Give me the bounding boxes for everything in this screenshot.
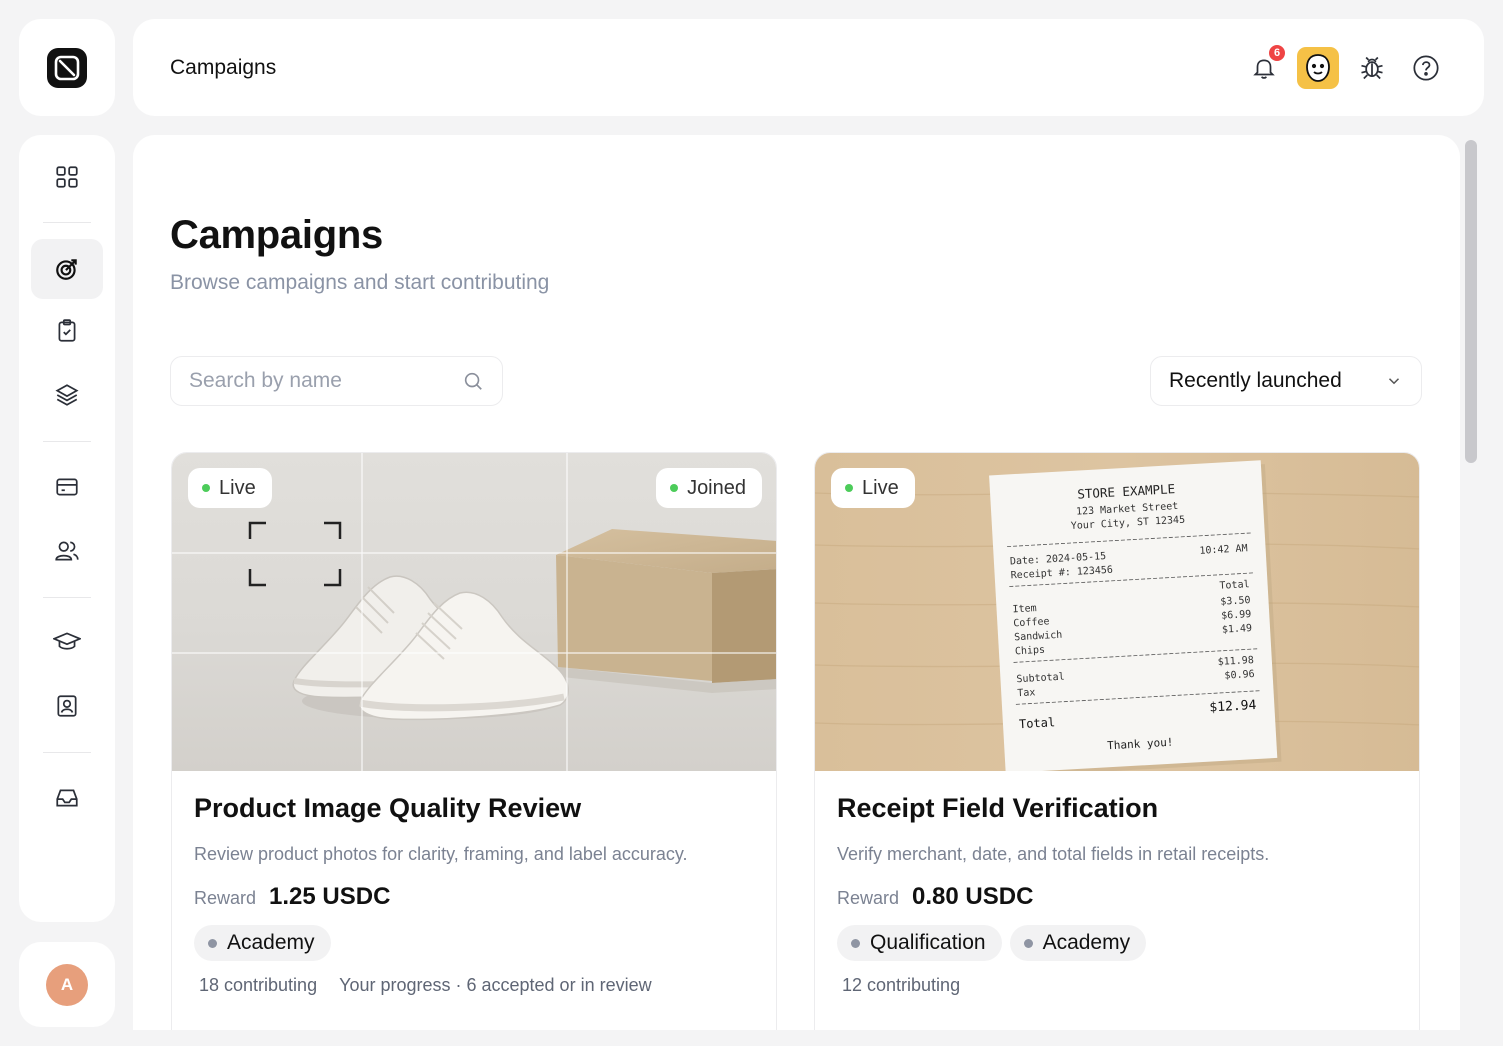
campaign-title[interactable]: Receipt Field Verification [837, 793, 1397, 824]
sidebar-item-academy[interactable] [31, 612, 103, 672]
sort-selected-value: Recently launched [1169, 369, 1342, 392]
top-bar: Campaigns 6 [133, 19, 1484, 116]
layers-icon [55, 384, 79, 406]
search-box [170, 356, 503, 406]
receipt-tax: $0.96 [1224, 669, 1255, 682]
campaign-card-receipt[interactable]: STORE EXAMPLE 123 Market Street Your Cit… [814, 452, 1420, 1030]
chevron-down-icon [1388, 378, 1400, 385]
target-icon [56, 259, 77, 280]
receipt-item-name: Chips [1015, 645, 1046, 658]
campaign-description: Verify merchant, date, and total fields … [837, 844, 1270, 864]
receipt-item-price: $3.50 [1220, 595, 1251, 608]
sidebar-item-datasets[interactable] [31, 365, 103, 425]
main-content: Campaigns Browse campaigns and start con… [133, 135, 1460, 1030]
sidebar-item-team[interactable] [31, 521, 103, 581]
receipt-item-price: $6.99 [1221, 609, 1252, 622]
reward-label: Reward [837, 888, 900, 908]
sidebar-item-tasks[interactable] [31, 301, 103, 361]
live-dot [202, 484, 210, 492]
contributing-count: 12 contributing [842, 975, 961, 995]
tag-academy: Academy [1009, 925, 1147, 961]
nav-divider [43, 222, 91, 223]
contact-card-icon [57, 695, 77, 717]
reward-value: 1.25 USDC [269, 883, 391, 910]
campaign-card-body: Receipt Field Verification Verify mercha… [837, 793, 1397, 996]
contributing-count: 18 contributing [199, 975, 318, 995]
campaign-meta: 18 contributing Your progress · 6 accept… [194, 975, 754, 996]
nav-divider [43, 752, 91, 753]
main-scrollbar[interactable] [1460, 135, 1484, 1030]
users-icon [55, 541, 79, 561]
joined-label: Joined [687, 476, 746, 499]
topbar-title: Campaigns [170, 55, 277, 79]
receipt-tax-label: Tax [1017, 687, 1036, 699]
logo-panel [19, 19, 115, 116]
sidebar-item-dashboard[interactable] [31, 147, 103, 207]
tag-qualification: Qualification [837, 925, 1002, 961]
clipboard-check-icon [58, 319, 76, 342]
bug-icon [1361, 56, 1383, 79]
receipt-item-price: $1.49 [1222, 623, 1253, 636]
sidebar-nav [19, 135, 115, 922]
nav-divider [43, 441, 91, 442]
sidebar-item-payments[interactable] [31, 457, 103, 517]
topbar-actions: 6 [1231, 42, 1447, 89]
search-input[interactable] [189, 369, 462, 393]
campaign-image-receipt: STORE EXAMPLE 123 Market Street Your Cit… [815, 453, 1419, 771]
sidebar-item-inbox[interactable] [31, 768, 103, 828]
sidebar-item-profile[interactable] [31, 676, 103, 736]
campaign-card-product-image[interactable]: Live Joined Product Image Quality Review… [171, 452, 777, 1030]
grid-icon [56, 166, 78, 188]
avatar[interactable]: A [46, 963, 88, 1006]
receipt-col-item: Item [1012, 603, 1037, 615]
tag-academy: Academy [194, 925, 331, 961]
mascot-button[interactable] [1297, 46, 1339, 89]
receipt-col-total: Total [1219, 579, 1250, 592]
nav-divider [43, 597, 91, 598]
progress-text: Your progress · 6 accepted or in review [339, 975, 652, 995]
campaign-title[interactable]: Product Image Quality Review [194, 793, 754, 824]
receipt-total: $12.94 [1209, 698, 1257, 716]
reward-label: Reward [194, 888, 257, 908]
page-title: Campaigns [170, 213, 383, 257]
inbox-icon [56, 789, 78, 807]
campaign-card-body: Product Image Quality Review Review prod… [194, 793, 754, 996]
sidebar-item-campaigns[interactable] [31, 239, 103, 299]
search-icon[interactable] [462, 370, 484, 392]
help-button[interactable] [1405, 47, 1447, 89]
mascot-icon [1297, 46, 1339, 89]
receipt-total-label: Total [1019, 715, 1056, 731]
help-circle-icon [1413, 54, 1439, 81]
campaign-image-sneakers: Live Joined [172, 453, 776, 771]
credit-card-icon [56, 478, 78, 496]
status-badge-live: Live [831, 468, 915, 508]
sort-dropdown[interactable]: Recently launched [1150, 356, 1422, 406]
scrollbar-thumb[interactable] [1465, 140, 1477, 463]
status-badge-live: Live [188, 468, 272, 508]
reward-value: 0.80 USDC [912, 883, 1034, 910]
campaign-description: Review product photos for clarity, frami… [194, 844, 688, 864]
live-dot [845, 484, 853, 492]
graduation-cap-icon [53, 632, 81, 650]
campaign-reward: Reward 1.25 USDC [194, 883, 754, 911]
joined-badge: Joined [656, 468, 762, 508]
user-panel: A [19, 942, 115, 1027]
bug-report-button[interactable] [1351, 47, 1393, 89]
campaign-meta: 12 contributing [837, 975, 1397, 996]
joined-dot [670, 484, 679, 492]
notification-badge: 6 [1267, 42, 1287, 63]
campaign-reward: Reward 0.80 USDC [837, 883, 1397, 911]
page-subtitle: Browse campaigns and start contributing [170, 271, 550, 294]
receipt-subtotal: $11.98 [1217, 655, 1254, 668]
campaign-tags: Academy [194, 925, 754, 961]
status-label: Live [862, 476, 899, 499]
receipt-item-name: Coffee [1013, 616, 1050, 629]
status-label: Live [219, 476, 256, 499]
notifications-button[interactable]: 6 [1243, 42, 1287, 89]
app-logo-icon[interactable] [47, 47, 87, 88]
campaign-tags: Qualification Academy [837, 925, 1397, 961]
